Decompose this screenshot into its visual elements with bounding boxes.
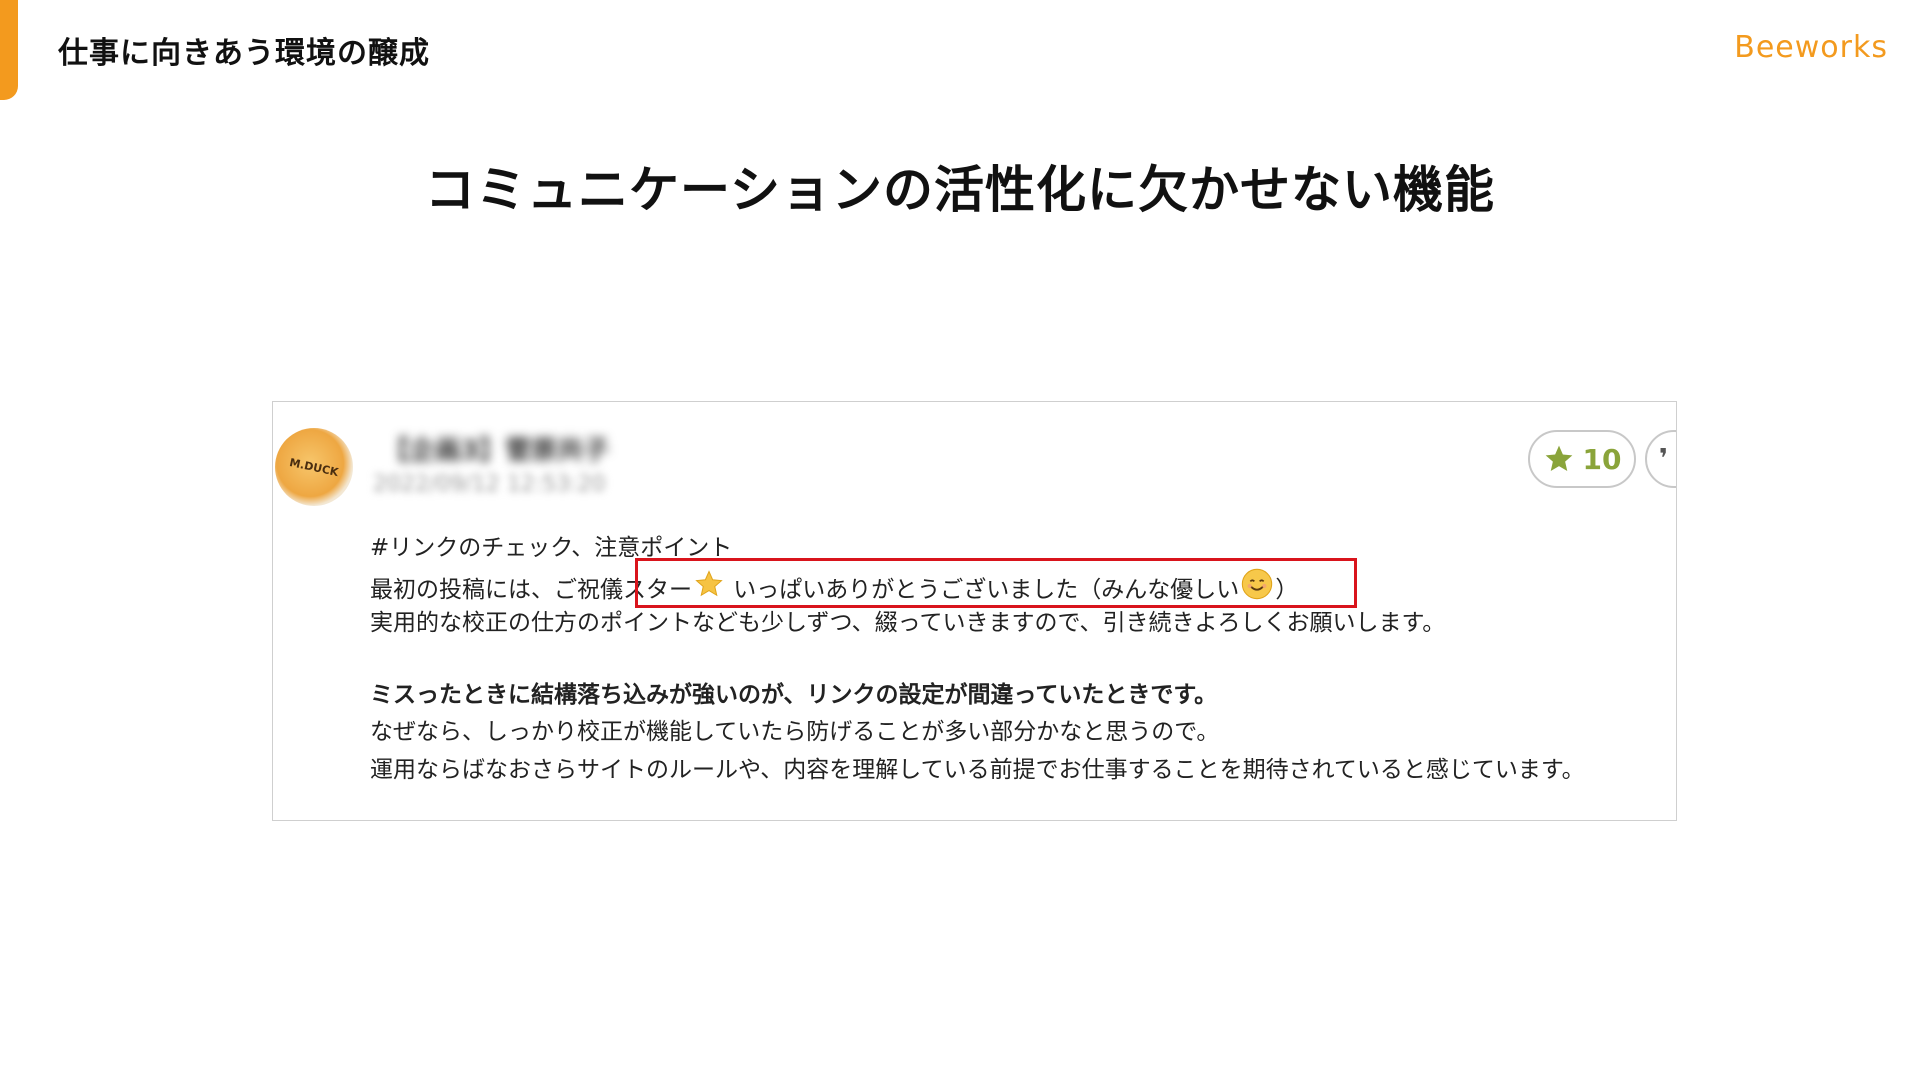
section-title: 仕事に向きあう環境の醸成 [58,36,430,71]
post-line: 実用的な校正の仕方のポイントなども少しずつ、綴っていきますので、引き続きよろしく… [370,610,1446,636]
reply-icon: ❜ [1659,444,1669,474]
slide-page: 仕事に向きあう環境の醸成 Beeworks コミュニケーションの活性化に欠かせな… [0,0,1920,1080]
avatar-text: M.DUCK [288,455,340,479]
highlight-box [635,558,1357,608]
post-line: なぜなら、しっかり校正が機能していたら防げることが多い部分かなと思うので。 [370,719,1220,745]
reply-button[interactable]: ❜ [1645,430,1676,488]
brand-logo: Beeworks [1734,30,1888,65]
author-name[interactable]: 【企画3】菅原共子 [383,430,609,467]
star-button[interactable]: 10 [1528,430,1636,488]
post-line-bold: ミスったときに結構落ち込みが強いのが、リンクの設定が間違っていたときです。 [370,681,1218,708]
star-icon [1543,443,1575,475]
accent-tab [0,0,18,100]
post-card: M.DUCK 【企画3】菅原共子 2022/09/12 12:53:20 10 … [272,401,1677,821]
star-count: 10 [1582,442,1622,476]
post-line: 運用ならばなおさらサイトのルールや、内容を理解している前提でお仕事することを期待… [370,756,1585,783]
post-date: 2022/09/12 12:53:20 [373,472,606,497]
avatar[interactable]: M.DUCK [275,428,353,506]
slide-heading: コミュニケーションの活性化に欠かせない機能 [425,161,1495,219]
